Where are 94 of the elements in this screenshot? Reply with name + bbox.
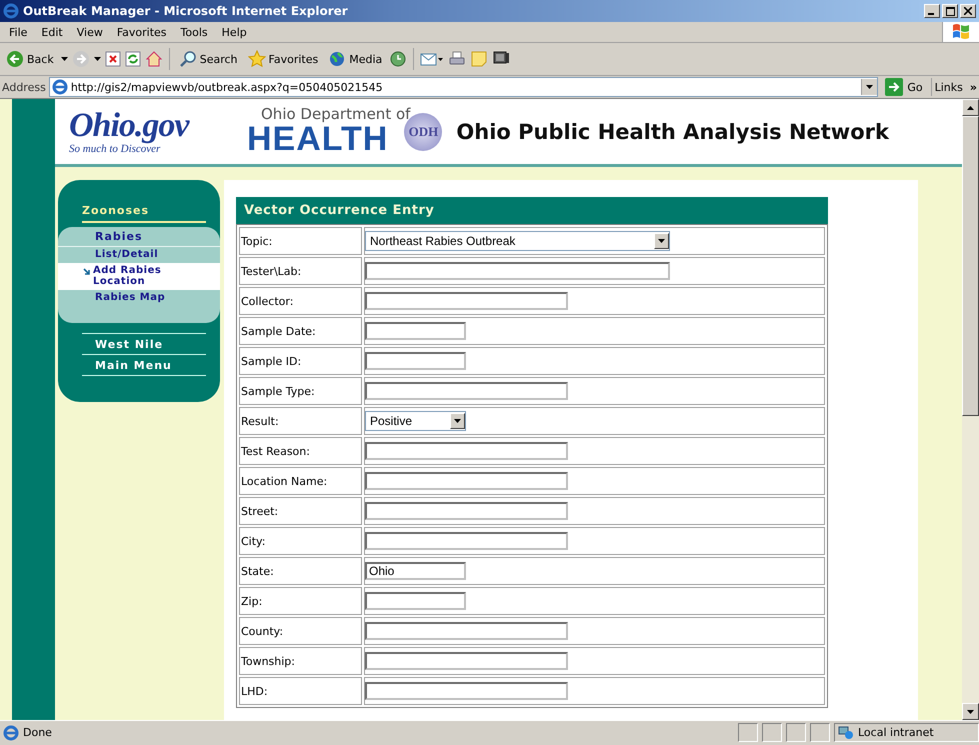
network-icon [838,726,854,740]
nav-link[interactable]: West Nile [82,333,206,355]
caret-icon [967,106,974,110]
toolbar-button[interactable]: Back [3,48,57,70]
field-label: Sample Date: [239,317,362,345]
field-label: Collector: [239,287,362,315]
input-field[interactable] [365,652,568,670]
close-button[interactable] [960,4,976,18]
chevron-button[interactable]: » [970,80,977,94]
stop-icon[interactable] [104,51,121,67]
search-icon[interactable] [178,50,197,68]
field-label: City: [239,527,362,555]
menu-item[interactable]: File [2,26,34,38]
caret-icon[interactable] [866,85,874,89]
input-field[interactable] [365,382,568,400]
nav-group-title[interactable]: Rabies [58,227,220,247]
field-label: Street: [239,497,362,525]
arrow-icon [83,268,91,276]
caret-icon[interactable] [658,239,665,243]
zone-indicator: Local intranet [834,723,979,742]
status-text: Done [23,726,53,739]
dropdown-field[interactable]: Northeast Rabies Outbreak [365,231,670,251]
go-button[interactable]: Go [881,78,932,96]
menu-item[interactable]: Favorites [110,26,174,38]
status-panel [786,723,806,742]
scrollbar-thumb[interactable] [962,116,979,416]
caret-icon [967,710,974,714]
menu-item[interactable]: Tools [174,26,215,38]
dropdown-field[interactable]: Positive [365,411,466,431]
nav-section-title: Zoonoses [82,204,206,223]
department-label: Ohio Department of [260,107,410,122]
input-field[interactable]: Ohio [365,562,466,580]
logo-tagline: So much to Discover [69,142,160,154]
field-label: Topic: [239,227,362,255]
field-label: Zip: [239,587,362,615]
field-label: Location Name: [239,467,362,495]
star-icon[interactable] [248,50,266,68]
toolbar-button[interactable]: Media [325,48,386,70]
minimize-button[interactable] [924,4,940,18]
links-label[interactable]: Links [934,80,963,94]
input-field[interactable] [365,352,466,370]
input-field[interactable] [365,292,568,310]
nav-link[interactable]: Main Menu [82,355,206,376]
caret-icon[interactable] [454,419,461,423]
maximize-icon [946,6,954,16]
ohio-logo: Ohio.gov [69,108,190,142]
refresh-icon[interactable] [124,51,141,67]
field-label: Result: [239,407,362,435]
nav-item[interactable]: Rabies Map [58,290,220,305]
field-label: Township: [239,647,362,675]
input-field[interactable] [365,262,670,280]
input-field[interactable] [365,532,568,550]
maximize-button[interactable] [942,4,958,18]
field-label: Tester\Lab: [239,257,362,285]
field-label: Sample Type: [239,377,362,405]
browser-icon [3,3,19,19]
page-icon [52,79,68,95]
field-label: County: [239,617,362,645]
input-field[interactable] [365,592,466,610]
form-title: Vector Occurrence Entry [236,197,828,224]
field-label: Sample ID: [239,347,362,375]
menu-item[interactable]: Help [214,26,254,38]
address-field[interactable]: http://gis2/mapviewvb/outbreak.aspx?q=050405021545 [48,77,878,97]
toolbar-button[interactable]: Search [176,48,241,70]
field-label: LHD: [239,677,362,705]
clock-icon[interactable] [389,50,408,68]
input-field[interactable] [365,442,568,460]
input-field[interactable] [365,502,568,520]
window-title: OutBreak Manager - Microsoft Internet Explorer [23,4,349,18]
input-field[interactable] [365,322,466,340]
toolbar-button[interactable]: Favorites [244,48,322,70]
dropdown-icon[interactable] [94,57,101,61]
scroll-down-button[interactable] [962,703,979,720]
input-field[interactable] [365,472,568,490]
scroll-up-button[interactable] [962,99,979,116]
home-icon[interactable] [144,50,163,68]
nav-item[interactable]: Add Rabies Location [58,262,220,290]
page-icon [3,724,19,740]
department-logo: HEALTH [247,122,388,156]
close-icon [964,7,972,15]
globe-icon[interactable] [328,50,346,68]
status-panel [810,723,830,742]
input-field[interactable] [365,682,568,700]
status-panel [738,723,758,742]
menu-item[interactable]: Edit [34,26,70,38]
field-label: Test Reason: [239,437,362,465]
dropdown-icon[interactable] [60,57,68,61]
status-panel [762,723,782,742]
menu-item[interactable]: View [70,26,110,38]
nav-item[interactable]: List/Detail [58,247,220,262]
address-label: Address [2,80,46,94]
site-title: Ohio Public Health Analysis Network [456,120,889,144]
input-field[interactable] [365,622,568,640]
field-label: State: [239,557,362,585]
